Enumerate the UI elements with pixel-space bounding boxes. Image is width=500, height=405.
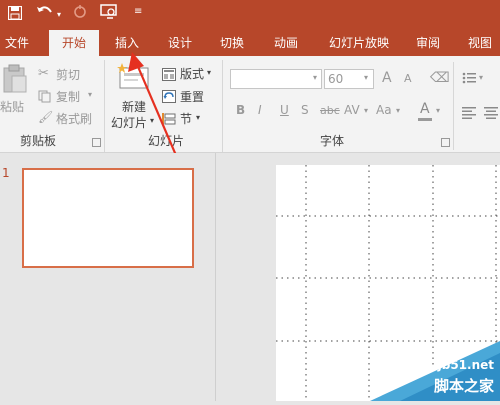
copy-button[interactable]: 复制 xyxy=(56,88,80,105)
character-spacing-button[interactable]: AV xyxy=(344,103,360,117)
copy-icon[interactable] xyxy=(38,88,51,103)
section-dropdown-icon[interactable]: ▾ xyxy=(196,113,200,122)
group-divider xyxy=(453,62,454,150)
undo-icon[interactable] xyxy=(36,4,54,20)
paste-button[interactable]: 粘贴 xyxy=(0,98,24,115)
group-divider xyxy=(104,60,105,152)
layout-dropdown-icon[interactable]: ▾ xyxy=(207,68,211,77)
font-color-dropdown-icon[interactable]: ▾ xyxy=(436,106,440,115)
font-name-combobox[interactable] xyxy=(230,69,322,89)
clear-formatting-icon[interactable]: ⌫ xyxy=(430,70,450,86)
annotation-arrow-icon xyxy=(128,52,180,161)
font-group-label: 字体 xyxy=(320,134,345,148)
font-dialog-launcher-icon[interactable] xyxy=(441,138,450,147)
align-left-icon[interactable] xyxy=(462,104,476,119)
tab-slideshow[interactable]: 幻灯片放映 xyxy=(320,30,398,56)
bullets-dropdown-icon[interactable]: ▾ xyxy=(479,73,483,82)
grow-font-button[interactable]: A xyxy=(382,70,392,86)
strikethrough-button[interactable]: abc xyxy=(320,104,340,117)
slide-number: 1 xyxy=(2,166,10,180)
shrink-font-button[interactable]: A xyxy=(404,72,412,85)
format-painter-button[interactable]: 格式刷 xyxy=(56,110,92,127)
bold-button[interactable]: B xyxy=(236,103,245,117)
undo-dropdown-icon[interactable]: ▾ xyxy=(57,10,61,19)
font-name-dropdown-icon[interactable]: ▾ xyxy=(313,73,317,82)
watermark-site-text: jb51.net xyxy=(437,358,494,372)
watermark-name-text: 脚本之家 xyxy=(433,377,494,395)
font-size-dropdown-icon[interactable]: ▾ xyxy=(364,73,368,82)
tab-file[interactable]: 文件 xyxy=(0,30,34,56)
align-center-icon[interactable] xyxy=(484,104,498,119)
clipboard-dialog-launcher-icon[interactable] xyxy=(92,138,101,147)
change-case-dropdown-icon[interactable]: ▾ xyxy=(396,106,400,115)
ribbon-tabs: 文件 开始 插入 设计 切换 动画 幻灯片放映 审阅 视图 xyxy=(0,30,500,56)
tab-transitions[interactable]: 切换 xyxy=(212,30,252,56)
slide-thumbnail[interactable] xyxy=(22,168,194,268)
italic-button[interactable]: I xyxy=(258,103,262,117)
cut-button[interactable]: 剪切 xyxy=(56,66,80,83)
underline-button[interactable]: U xyxy=(280,103,289,117)
font-color-underline-icon xyxy=(418,118,432,121)
title-bar: ▾ ≡ xyxy=(0,0,500,30)
paste-icon[interactable] xyxy=(2,64,28,94)
shadow-button[interactable]: S xyxy=(301,103,309,117)
save-icon[interactable] xyxy=(7,5,23,21)
font-color-button[interactable]: A xyxy=(420,101,430,117)
character-spacing-dropdown-icon[interactable]: ▾ xyxy=(364,106,368,115)
change-case-button[interactable]: Aa xyxy=(376,103,392,117)
tab-view[interactable]: 视图 xyxy=(460,30,500,56)
redo-icon[interactable] xyxy=(72,4,88,20)
format-painter-icon[interactable]: 🖌 xyxy=(38,110,53,124)
present-from-start-icon[interactable] xyxy=(100,4,120,20)
bullets-icon[interactable] xyxy=(462,70,476,84)
group-divider xyxy=(222,60,223,152)
tab-home[interactable]: 开始 xyxy=(49,30,99,56)
clipboard-group-label: 剪贴板 xyxy=(20,134,57,148)
copy-dropdown-icon[interactable]: ▾ xyxy=(88,90,92,99)
tab-review[interactable]: 审阅 xyxy=(408,30,448,56)
customize-quick-access-icon[interactable]: ≡ xyxy=(134,6,142,17)
cut-icon[interactable]: ✂ xyxy=(38,66,49,81)
tab-animations[interactable]: 动画 xyxy=(266,30,306,56)
